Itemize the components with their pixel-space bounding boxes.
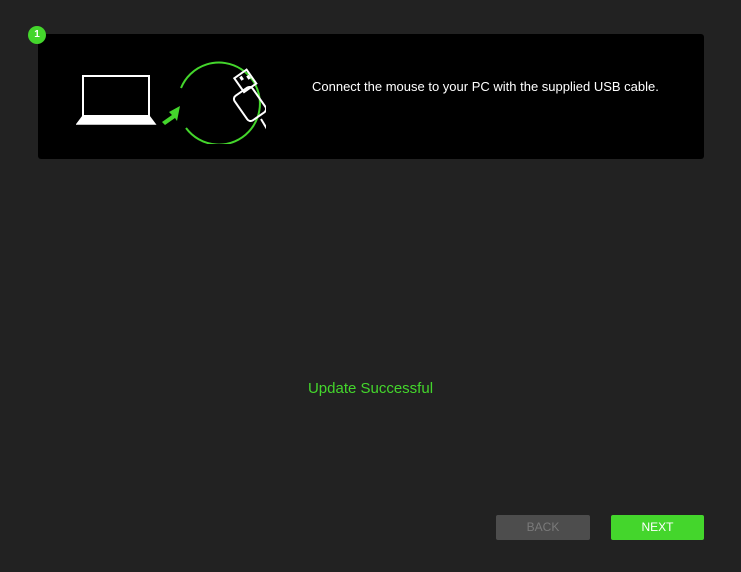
step-card: Connect the mouse to your PC with the su… xyxy=(38,34,704,159)
step-instruction-text: Connect the mouse to your PC with the su… xyxy=(312,79,659,94)
next-button[interactable]: NEXT xyxy=(611,515,704,540)
laptop-icon xyxy=(76,75,157,125)
usb-plug-icon xyxy=(180,61,266,144)
connect-usb-illustration xyxy=(76,61,266,144)
firmware-update-page: 1 Connect the mouse to your PC with the … xyxy=(0,0,741,572)
update-status-message: Update Successful xyxy=(307,380,434,397)
arrow-icon xyxy=(162,106,180,125)
step-number-badge: 1 xyxy=(28,26,46,44)
back-button[interactable]: BACK xyxy=(496,515,590,540)
